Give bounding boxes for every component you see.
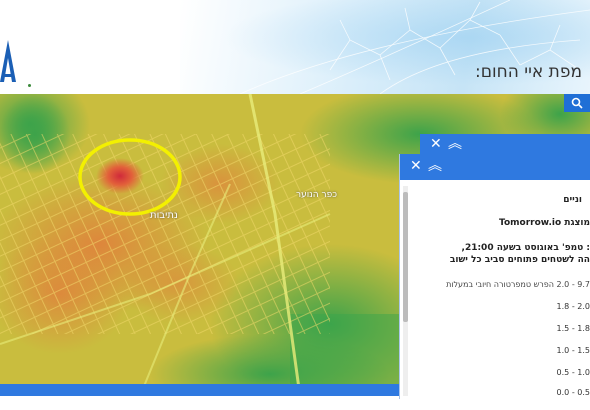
- map-label-kfar: כפר הנוער: [296, 190, 337, 200]
- legend-description-line1: : טמפ' באוגוסט בשעה 21:00,: [461, 243, 590, 253]
- legend-panel-header: ✕ ︽: [400, 154, 590, 180]
- close-icon[interactable]: ✕: [410, 159, 422, 173]
- legend-description-line2: הה לשטחים פתוחים סביב כל ישוב: [449, 255, 590, 265]
- site-logo: [0, 40, 16, 82]
- page-title: מפת איי החום:: [475, 62, 582, 82]
- logo-accent-dot: [28, 84, 31, 87]
- map-bottom-bar: [0, 384, 402, 396]
- search-button[interactable]: [564, 94, 590, 112]
- legend-panel: ✕ ︽ וניים מוצגת Tomorrow.io : טמפ' באוגו…: [399, 154, 590, 399]
- legend-heading: וניים: [563, 195, 582, 205]
- legend-range-item: 1.8 - 1.5: [556, 324, 590, 333]
- legend-range-item: 0.5 - 0.0: [556, 388, 590, 397]
- legend-units: 9.7 - 2.0 הפרש טמפרטורה חיובי במעלות: [446, 280, 590, 289]
- panel-scrollbar-thumb[interactable]: [403, 192, 408, 322]
- close-icon[interactable]: ✕: [430, 137, 442, 151]
- map-label-netivot: נתיבות: [150, 210, 178, 221]
- legend-source: מוצגת Tomorrow.io: [499, 218, 590, 228]
- legend-range-item: 2.0 - 1.8: [556, 302, 590, 311]
- legend-range-item: 1.0 - 0.5: [556, 368, 590, 377]
- collapse-icon[interactable]: ︽: [428, 159, 442, 173]
- page-header: מפת איי החום:: [0, 0, 590, 94]
- collapse-icon[interactable]: ︽: [448, 137, 462, 151]
- legend-range-item: 1.5 - 1.0: [556, 346, 590, 355]
- search-icon: [571, 97, 583, 109]
